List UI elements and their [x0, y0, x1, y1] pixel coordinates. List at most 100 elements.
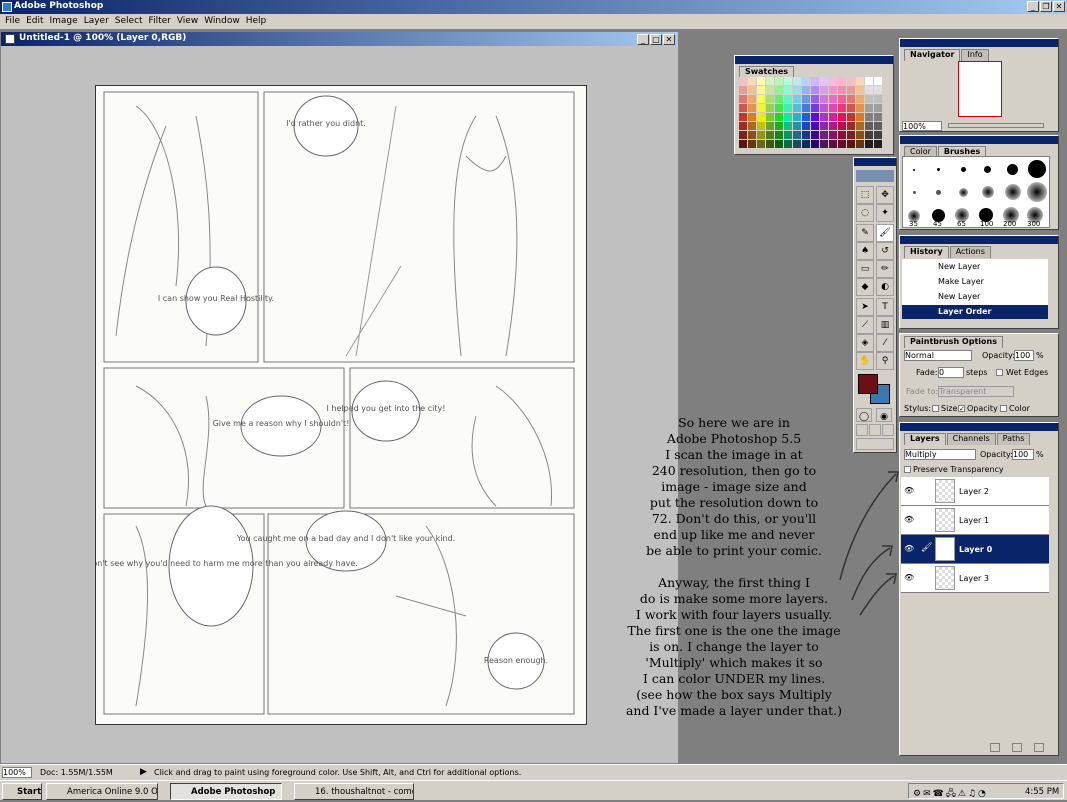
swatch-cell[interactable]	[874, 95, 882, 103]
swatch-cell[interactable]	[847, 104, 855, 112]
tab-paths[interactable]: Paths	[996, 433, 1031, 445]
menu-view[interactable]: View	[176, 14, 203, 29]
status-arrow-icon[interactable]: ▶	[140, 767, 147, 777]
swatch-cell[interactable]	[820, 122, 828, 130]
swatch-cell[interactable]	[847, 77, 855, 85]
stylus-color-checkbox[interactable]	[1000, 405, 1007, 412]
swatch-cell[interactable]	[811, 113, 819, 121]
swatch-cell[interactable]	[739, 86, 747, 94]
type-tool-icon[interactable]: T	[876, 298, 894, 316]
swatch-cell[interactable]	[793, 131, 801, 139]
swatch-cell[interactable]	[775, 77, 783, 85]
swatch-cell[interactable]	[739, 95, 747, 103]
new-layer-mask-icon[interactable]	[990, 743, 1000, 752]
swatch-cell[interactable]	[820, 86, 828, 94]
blend-mode-select[interactable]: Normal	[904, 350, 972, 361]
swatch-cell[interactable]	[766, 131, 774, 139]
swatch-cell[interactable]	[793, 86, 801, 94]
tab-navigator[interactable]: Navigator	[904, 49, 961, 61]
swatch-cell[interactable]	[757, 140, 765, 148]
history-item[interactable]: New Layer	[902, 290, 1048, 304]
dodge-tool-icon[interactable]: ◐	[876, 278, 894, 296]
history-item[interactable]: Make Layer	[902, 275, 1048, 289]
menu-window[interactable]: Window	[203, 14, 245, 29]
swatch-cell[interactable]	[766, 95, 774, 103]
swatch-cell[interactable]	[874, 77, 882, 85]
swatch-cell[interactable]	[766, 104, 774, 112]
swatch-cell[interactable]	[784, 122, 792, 130]
swatch-cell[interactable]	[820, 104, 828, 112]
quick-mask-mode-icon[interactable]: ◉	[876, 408, 892, 422]
swatch-cell[interactable]	[874, 140, 882, 148]
swatch-cell[interactable]	[748, 131, 756, 139]
navigator-thumbnail[interactable]	[958, 61, 1002, 117]
swatch-cell[interactable]	[856, 131, 864, 139]
menu-edit[interactable]: Edit	[25, 14, 48, 29]
swatch-cell[interactable]	[802, 131, 810, 139]
swatch-cell[interactable]	[793, 113, 801, 121]
layer-row-selected[interactable]: 👁 🖌 Layer 0	[901, 535, 1049, 564]
swatch-cell[interactable]	[811, 86, 819, 94]
swatch-cell[interactable]	[874, 131, 882, 139]
swatch-cell[interactable]	[838, 113, 846, 121]
swatch-cell[interactable]	[748, 77, 756, 85]
swatch-cell[interactable]	[775, 140, 783, 148]
swatch-cell[interactable]	[757, 86, 765, 94]
brush-tip[interactable]	[1027, 182, 1047, 202]
swatch-cell[interactable]	[838, 131, 846, 139]
swatch-cell[interactable]	[739, 113, 747, 121]
swatch-cell[interactable]	[829, 77, 837, 85]
airbrush-tool-icon[interactable]: ✎	[856, 224, 874, 242]
swatch-cell[interactable]	[748, 95, 756, 103]
lasso-tool-icon[interactable]: ◌	[856, 204, 874, 222]
navigator-zoom-slider[interactable]	[948, 123, 1044, 128]
swatch-cell[interactable]	[775, 86, 783, 94]
swatch-cell[interactable]	[847, 113, 855, 121]
swatch-grid[interactable]	[739, 77, 882, 148]
navigator-zoom-field[interactable]: 100%	[902, 121, 942, 131]
history-item-selected[interactable]: Layer Order	[902, 305, 1048, 319]
history-brush-tool-icon[interactable]: ↺	[876, 242, 894, 260]
swatch-cell[interactable]	[829, 113, 837, 121]
swatch-cell[interactable]	[766, 140, 774, 148]
hand-tool-icon[interactable]: ✋	[856, 352, 874, 370]
minimize-document-button[interactable]: _	[637, 34, 649, 45]
swatch-cell[interactable]	[820, 113, 828, 121]
brush-tip[interactable]	[961, 167, 966, 172]
swatch-cell[interactable]	[748, 113, 756, 121]
swatch-cell[interactable]	[829, 122, 837, 130]
swatch-cell[interactable]	[793, 104, 801, 112]
swatch-cell[interactable]	[847, 86, 855, 94]
brush-tip[interactable]	[1007, 164, 1018, 175]
swatch-cell[interactable]	[802, 77, 810, 85]
move-tool-icon[interactable]: ✥	[876, 186, 894, 204]
maximize-document-button[interactable]: □	[650, 34, 662, 45]
brush-tip[interactable]	[937, 168, 940, 171]
layer-opacity-field[interactable]: 100	[1012, 449, 1034, 460]
menu-image[interactable]: Image	[49, 14, 83, 29]
tab-paintbrush-options[interactable]: Paintbrush Options	[904, 336, 1003, 348]
stylus-size-checkbox[interactable]	[932, 405, 939, 412]
swatch-cell[interactable]	[820, 77, 828, 85]
swatch-cell[interactable]	[784, 113, 792, 121]
menu-help[interactable]: Help	[245, 14, 272, 29]
swatch-cell[interactable]	[865, 140, 873, 148]
swatch-cell[interactable]	[811, 95, 819, 103]
swatch-cell[interactable]	[838, 77, 846, 85]
opacity-field[interactable]: 100	[1014, 350, 1034, 361]
swatch-cell[interactable]	[838, 95, 846, 103]
task-thoushaltnot[interactable]: 16. thoushaltnot - come ...	[294, 783, 414, 800]
magic-wand-tool-icon[interactable]: ✦	[876, 204, 894, 222]
layer-row[interactable]: 👁 Layer 1	[901, 506, 1049, 535]
swatch-cell[interactable]	[775, 95, 783, 103]
swatch-cell[interactable]	[775, 122, 783, 130]
menu-file[interactable]: File	[4, 14, 25, 29]
swatch-cell[interactable]	[811, 140, 819, 148]
swatch-cell[interactable]	[766, 122, 774, 130]
measure-tool-icon[interactable]: ⟋	[856, 316, 874, 334]
swatch-cell[interactable]	[838, 104, 846, 112]
swatch-cell[interactable]	[820, 131, 828, 139]
swatch-cell[interactable]	[757, 131, 765, 139]
swatch-cell[interactable]	[802, 104, 810, 112]
brush-tip[interactable]	[1005, 184, 1021, 200]
